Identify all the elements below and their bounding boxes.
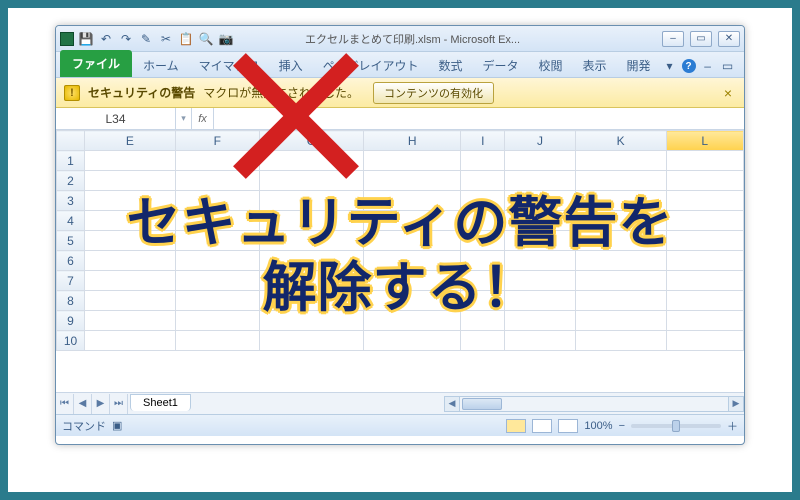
sheet-nav-prev[interactable]: ◀: [74, 394, 92, 414]
hscroll-left[interactable]: ◀: [444, 396, 460, 412]
row-header[interactable]: 1: [57, 151, 85, 171]
ribbon-minimize-icon[interactable]: ▾: [662, 58, 678, 74]
row-header[interactable]: 4: [57, 211, 85, 231]
formula-bar: L34 ▾ fx: [56, 108, 744, 130]
row-header[interactable]: 5: [57, 231, 85, 251]
column-headers: E F G H I J K L: [57, 131, 744, 151]
status-mode: コマンド: [62, 418, 106, 434]
tab-home[interactable]: ホーム: [134, 53, 188, 77]
tab-file[interactable]: ファイル: [60, 50, 132, 77]
qat-cut-icon[interactable]: ✂: [158, 31, 174, 47]
col-header[interactable]: J: [505, 131, 576, 151]
maximize-button[interactable]: ▭: [690, 31, 712, 47]
horizontal-scrollbar[interactable]: ◀ ▶: [444, 396, 744, 412]
shield-icon: !: [64, 85, 80, 101]
security-close-button[interactable]: ×: [720, 85, 736, 101]
view-normal-button[interactable]: [506, 419, 526, 433]
col-header[interactable]: E: [85, 131, 176, 151]
tab-mymacro[interactable]: マイマクロ: [190, 53, 268, 77]
excel-window: 💾 ↶ ↷ ✎ ✂ 📋 🔍 📷 エクセルまとめて印刷.xlsm - Micros…: [55, 25, 745, 445]
sheet-tab-bar: ⏮ ◀ ▶ ⏭ Sheet1 ◀ ▶: [56, 392, 744, 414]
name-box-dropdown[interactable]: ▾: [176, 108, 192, 129]
view-pagebreak-button[interactable]: [558, 419, 578, 433]
zoom-slider[interactable]: [631, 424, 721, 428]
col-header[interactable]: G: [259, 131, 363, 151]
fx-button[interactable]: fx: [192, 108, 214, 129]
qat-undo-icon[interactable]: ↶: [98, 31, 114, 47]
qat-camera-icon[interactable]: 📷: [218, 31, 234, 47]
status-bar: コマンド ▣ 100% − ＋: [56, 414, 744, 436]
help-icon[interactable]: ?: [682, 59, 696, 73]
tab-formulas[interactable]: 数式: [429, 53, 471, 77]
tab-insert[interactable]: 挿入: [270, 53, 312, 77]
qat-save-icon[interactable]: 💾: [78, 31, 94, 47]
tab-developer[interactable]: 開発: [618, 53, 660, 77]
qat-redo-icon[interactable]: ↷: [118, 31, 134, 47]
security-title: セキュリティの警告: [88, 84, 195, 101]
qat-edit-icon[interactable]: ✎: [138, 31, 154, 47]
qat-preview-icon[interactable]: 🔍: [198, 31, 214, 47]
zoom-out-button[interactable]: −: [619, 420, 625, 432]
col-header[interactable]: H: [364, 131, 461, 151]
sheet-nav-first[interactable]: ⏮: [56, 394, 74, 414]
tab-data[interactable]: データ: [473, 53, 527, 77]
qat: 💾 ↶ ↷ ✎ ✂ 📋 🔍 📷: [60, 31, 234, 47]
row-header[interactable]: 9: [57, 311, 85, 331]
col-header[interactable]: F: [175, 131, 259, 151]
hscroll-track[interactable]: [460, 396, 728, 412]
sheet-tab[interactable]: Sheet1: [130, 394, 191, 411]
tab-review[interactable]: 校閲: [529, 53, 571, 77]
title-bar: 💾 ↶ ↷ ✎ ✂ 📋 🔍 📷 エクセルまとめて印刷.xlsm - Micros…: [56, 26, 744, 52]
col-header-selected[interactable]: L: [666, 131, 743, 151]
sheet-nav-next[interactable]: ▶: [92, 394, 110, 414]
name-box[interactable]: L34: [56, 108, 176, 129]
ribbon-tabs: ファイル ホーム マイマクロ 挿入 ページレイアウト 数式 データ 校閲 表示 …: [56, 52, 744, 78]
zoom-thumb[interactable]: [672, 420, 680, 432]
col-header[interactable]: I: [461, 131, 505, 151]
window-title: エクセルまとめて印刷.xlsm - Microsoft Ex...: [305, 31, 520, 47]
hscroll-right[interactable]: ▶: [728, 396, 744, 412]
sheet-nav-last[interactable]: ⏭: [110, 394, 128, 414]
row-header[interactable]: 8: [57, 291, 85, 311]
row-header[interactable]: 6: [57, 251, 85, 271]
row-header[interactable]: 2: [57, 171, 85, 191]
zoom-in-button[interactable]: ＋: [727, 418, 738, 434]
excel-icon: [60, 32, 74, 46]
qat-paste-icon[interactable]: 📋: [178, 31, 194, 47]
doc-close-icon[interactable]: ✕: [740, 58, 745, 74]
tab-view[interactable]: 表示: [574, 53, 616, 77]
macro-record-icon[interactable]: ▣: [112, 419, 122, 432]
tab-pagelayout[interactable]: ページレイアウト: [314, 53, 428, 77]
enable-content-button[interactable]: コンテンツの有効化: [373, 82, 494, 104]
zoom-level[interactable]: 100%: [584, 420, 612, 432]
doc-minimize-icon[interactable]: –: [700, 58, 716, 74]
doc-restore-icon[interactable]: ▭: [720, 58, 736, 74]
security-warning-bar: ! セキュリティの警告 マクロが無効にされました。 コンテンツの有効化 ×: [56, 78, 744, 108]
formula-input[interactable]: [214, 108, 744, 129]
row-header[interactable]: 3: [57, 191, 85, 211]
hscroll-thumb[interactable]: [462, 398, 502, 410]
col-header[interactable]: K: [575, 131, 666, 151]
view-pagelayout-button[interactable]: [532, 419, 552, 433]
select-all-corner[interactable]: [57, 131, 85, 151]
security-message: マクロが無効にされました。: [203, 84, 359, 101]
minimize-button[interactable]: –: [662, 31, 684, 47]
worksheet-grid[interactable]: E F G H I J K L 1 2 3 4 5 6 7 8 9 10: [56, 130, 744, 392]
window-buttons: – ▭ ✕: [662, 31, 740, 47]
row-header[interactable]: 10: [57, 331, 85, 351]
close-button[interactable]: ✕: [718, 31, 740, 47]
row-header[interactable]: 7: [57, 271, 85, 291]
